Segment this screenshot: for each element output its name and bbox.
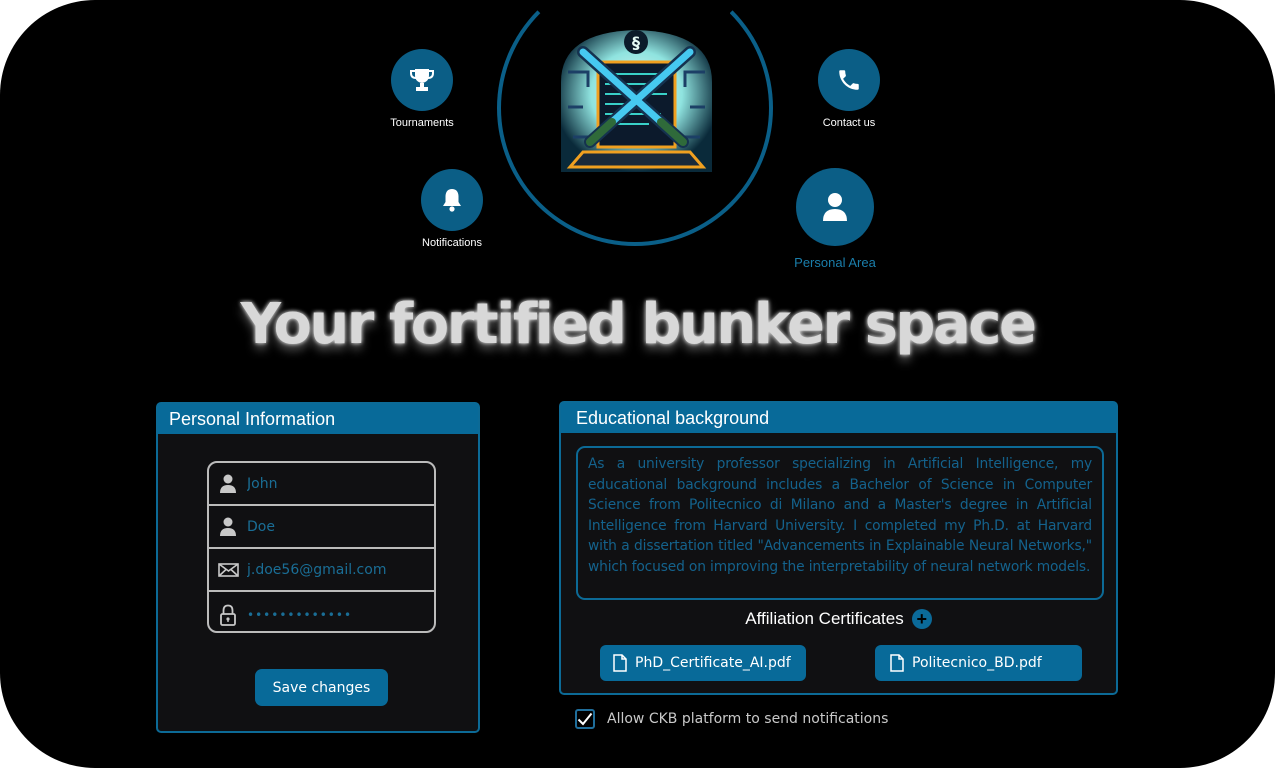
file-icon	[890, 654, 904, 672]
tournaments-circle[interactable]	[391, 49, 453, 111]
personal-area-circle[interactable]	[796, 168, 874, 246]
education-textarea[interactable]: As a university professor specializing i…	[576, 446, 1104, 600]
personal-fields	[207, 461, 436, 633]
add-certificate-button[interactable]: +	[911, 609, 932, 629]
certificate-name: PhD_Certificate_AI.pdf	[635, 655, 791, 671]
notifications-checkbox[interactable]	[575, 709, 595, 729]
personal-info-header: Personal Information	[158, 404, 478, 434]
lock-icon	[220, 604, 236, 626]
notifications-consent[interactable]: Allow CKB platform to send notifications	[575, 709, 888, 729]
email-row	[209, 549, 434, 592]
nav-contact[interactable]: Contact us	[809, 49, 889, 129]
bell-icon	[443, 189, 461, 212]
app-frame: § Tournaments Contact us Notifications P…	[0, 0, 1275, 768]
first-name-field[interactable]	[247, 475, 427, 492]
certificate-file[interactable]: Politecnico_BD.pdf	[875, 645, 1082, 681]
education-panel: Educational background As a university p…	[559, 401, 1118, 695]
page-title: Your fortified bunker space	[240, 292, 1037, 357]
nav-notifications[interactable]: Notifications	[412, 169, 492, 249]
password-field[interactable]	[247, 607, 427, 622]
ckb-logo: §	[543, 12, 730, 192]
password-row	[209, 592, 434, 631]
nav-personal-area-label: Personal Area	[794, 255, 876, 270]
mail-icon	[217, 562, 239, 577]
phone-icon	[839, 70, 859, 90]
email-field[interactable]	[247, 561, 427, 578]
first-name-row	[209, 463, 434, 506]
education-header: Educational background	[561, 403, 1116, 433]
last-name-field[interactable]	[247, 518, 427, 535]
affiliation-row: Affiliation Certificates +	[561, 609, 1116, 629]
file-icon	[613, 654, 627, 672]
nav-contact-label: Contact us	[822, 117, 876, 129]
certificate-name: Politecnico_BD.pdf	[912, 655, 1042, 671]
last-name-row	[209, 506, 434, 549]
trophy-icon	[410, 69, 434, 91]
nav-tournaments-label: Tournaments	[390, 117, 454, 129]
notifications-consent-label: Allow CKB platform to send notifications	[607, 711, 889, 727]
affiliation-label: Affiliation Certificates	[745, 609, 904, 628]
user-icon	[220, 474, 236, 493]
save-changes-button[interactable]: Save changes	[255, 669, 388, 706]
checkmark-icon	[577, 712, 593, 726]
contact-circle[interactable]	[818, 49, 880, 111]
certificate-file[interactable]: PhD_Certificate_AI.pdf	[600, 645, 806, 681]
nav-notifications-label: Notifications	[422, 237, 482, 249]
nav-tournaments[interactable]: Tournaments	[382, 49, 462, 129]
personal-info-panel: Personal Information John Doe j.doe56@gm…	[156, 402, 480, 733]
user-icon	[823, 193, 847, 221]
nav-personal-area[interactable]: Personal Area	[785, 168, 885, 270]
user-icon	[220, 517, 236, 536]
svg-text:§: §	[632, 33, 640, 52]
notifications-circle[interactable]	[421, 169, 483, 231]
